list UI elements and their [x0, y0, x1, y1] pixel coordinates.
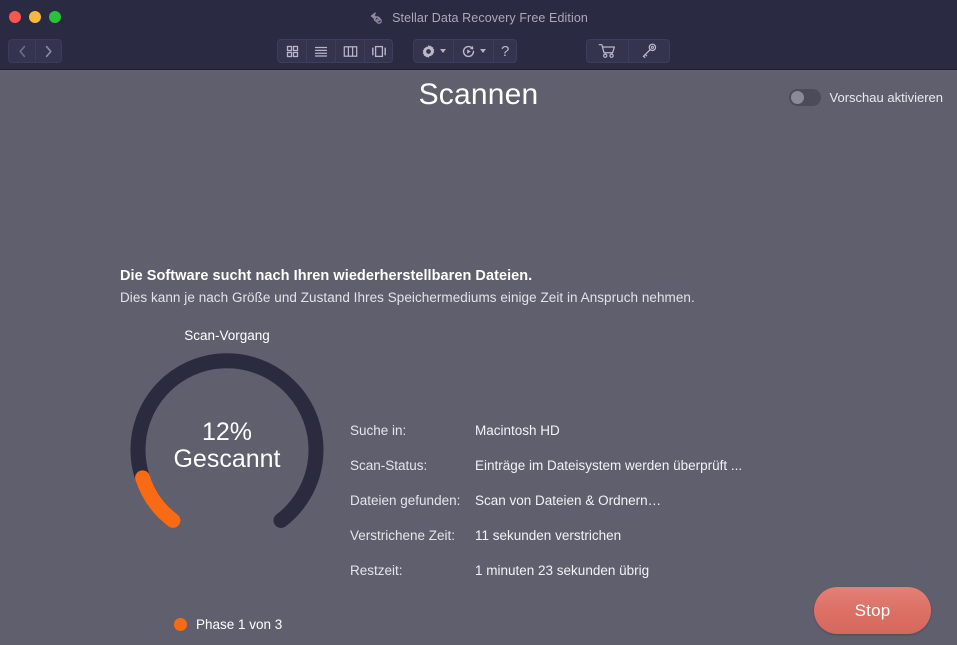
detail-label: Restzeit: — [350, 563, 403, 578]
recovery-arrow-icon — [370, 12, 382, 24]
toggle-knob — [790, 91, 804, 104]
detail-label: Verstrichene Zeit: — [350, 528, 456, 543]
detail-value: Macintosh HD — [475, 423, 560, 438]
table-row: Restzeit: 1 minuten 23 sekunden übrig — [350, 563, 820, 598]
table-row: Scan-Status: Einträge im Dateisystem wer… — [350, 458, 820, 493]
settings-menu-button[interactable] — [413, 39, 453, 63]
preview-toggle-group: Vorschau aktivieren — [788, 89, 943, 106]
view-mode-group — [277, 39, 393, 63]
view-list-button[interactable] — [306, 39, 335, 63]
preview-toggle-switch[interactable] — [788, 89, 821, 106]
grid-view-icon — [286, 45, 298, 57]
intro-subline: Dies kann je nach Größe und Zustand Ihre… — [120, 290, 695, 305]
scan-progress-block: Scan-Vorgang 12% Gescannt — [112, 328, 342, 543]
scan-progress-gauge: 12% Gescannt — [112, 351, 342, 543]
help-button[interactable]: ? — [493, 39, 518, 63]
titlebar: Stellar Data Recovery Free Edition — [0, 0, 957, 36]
table-row: Dateien gefunden: Scan von Dateien & Ord… — [350, 493, 820, 528]
chevron-right-icon — [45, 45, 52, 57]
window-title: Stellar Data Recovery Free Edition — [392, 11, 588, 25]
scan-details-list: Suche in: Macintosh HD Scan-Status: Eint… — [350, 423, 820, 598]
activate-key-button[interactable] — [628, 39, 670, 63]
history-menu-button[interactable] — [453, 39, 493, 63]
preview-toggle-label: Vorschau aktivieren — [829, 90, 943, 105]
view-icon-grid-button[interactable] — [277, 39, 306, 63]
gauge-track — [130, 353, 324, 528]
gear-icon — [422, 44, 435, 58]
detail-value: Einträge im Dateisystem werden überprüft… — [475, 458, 743, 473]
detail-label: Suche in: — [350, 423, 407, 438]
chevron-down-icon — [480, 49, 486, 53]
detail-label: Scan-Status: — [350, 458, 428, 473]
navigation-buttons — [8, 39, 62, 63]
detail-value: Scan von Dateien & Ordnern… — [475, 493, 662, 508]
gauge-caption: Scan-Vorgang — [184, 328, 270, 343]
purchase-button-group — [586, 39, 670, 63]
phase-legend: Phase 1 von 3 — [174, 617, 282, 632]
toolbar-action-group: ? — [413, 39, 518, 63]
buy-button[interactable] — [586, 39, 628, 63]
stop-button[interactable]: Stop — [814, 587, 931, 634]
chevron-left-icon — [18, 45, 25, 57]
page-header: Scannen Vorschau aktivieren — [0, 70, 957, 128]
forward-button[interactable] — [35, 39, 62, 63]
window-title-group: Stellar Data Recovery Free Edition — [0, 0, 957, 36]
phase-dot-icon — [174, 618, 187, 631]
intro-headline: Die Software sucht nach Ihren wiederhers… — [120, 268, 533, 284]
shopping-cart-icon — [598, 44, 615, 58]
detail-label: Dateien gefunden: — [350, 493, 461, 508]
toolbar-center-groups: ? — [277, 39, 518, 63]
detail-value: 11 sekunden verstrichen — [475, 528, 622, 543]
main-content: Die Software sucht nach Ihren wiederhers… — [0, 128, 957, 645]
key-icon — [642, 43, 657, 58]
gauge-svg — [130, 353, 324, 528]
intro-text-block: Die Software sucht nach Ihren wiederhers… — [120, 268, 695, 305]
view-column-button[interactable] — [335, 39, 364, 63]
toolbar: ? — [0, 36, 957, 70]
back-button[interactable] — [8, 39, 35, 63]
coverflow-view-icon — [371, 45, 386, 57]
list-view-icon — [314, 46, 328, 57]
detail-value: 1 minuten 23 sekunden übrig — [475, 563, 650, 578]
table-row: Suche in: Macintosh HD — [350, 423, 820, 458]
chevron-down-icon — [440, 49, 446, 53]
table-row: Verstrichene Zeit: 11 sekunden verstrich… — [350, 528, 820, 563]
column-view-icon — [343, 45, 357, 57]
app-window: Stellar Data Recovery Free Edition ? Sca… — [0, 0, 957, 645]
phase-label: Phase 1 von 3 — [196, 617, 283, 632]
view-coverflow-button[interactable] — [364, 39, 393, 63]
clock-rotate-icon — [462, 45, 475, 57]
question-mark-icon: ? — [501, 42, 510, 60]
